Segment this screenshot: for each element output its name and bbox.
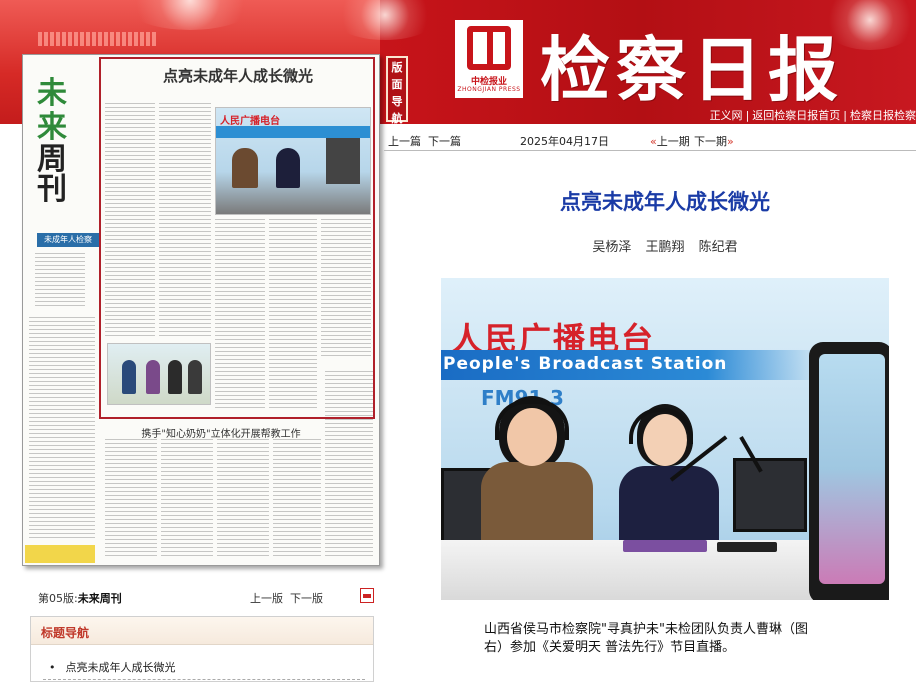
nav-tab-char: 版 (391, 61, 403, 74)
link-separator: | (843, 109, 847, 122)
paper-text-column (217, 439, 269, 559)
pdf-icon[interactable] (360, 588, 374, 603)
paper-big-char-weekly: 周 刊 (37, 142, 67, 207)
paper-text-column (273, 439, 321, 559)
paper-text-column (161, 439, 213, 559)
nav-tab-char: 航 (391, 112, 403, 125)
article-authors: 吴杨泽 王鹏翔 陈纪君 (592, 240, 738, 255)
photo-keyboard (717, 542, 777, 552)
photo-caption: 山西省侯马市检察院"寻真护未"未检团队负责人曹琳（图右）参加《关爱明天 普法先行… (484, 622, 808, 655)
next-issue-label: 下一期 (694, 135, 727, 148)
prev-page-link[interactable]: 上一版 (250, 590, 283, 606)
nav-tab-char: 导 (391, 95, 403, 108)
paper-section-label: 未成年人检察 (37, 233, 99, 247)
prev-article-link[interactable]: 上一篇 (388, 133, 421, 149)
right-arrow-icon: » (727, 135, 734, 148)
publication-masthead: 检察日报 (540, 28, 844, 111)
paper-article-title: 点亮未成年人成长微光 (162, 67, 313, 85)
press-logo[interactable]: 中检报业 ZHONGJIAN PRESS (455, 20, 523, 98)
page-label: 第05版:未来周刊 (38, 590, 122, 606)
issue-date: 2025年04月17日 (520, 135, 609, 148)
paper-footer-logo (25, 545, 95, 563)
next-issue-link[interactable]: 下一期» (694, 133, 734, 149)
layout-nav-tab[interactable]: 版 面 导 航 (386, 56, 408, 125)
link-back-home[interactable]: 返回检察日报首页 (752, 109, 840, 122)
paper-text-column (105, 439, 157, 559)
link-search[interactable]: 检察日报检察 (850, 109, 916, 122)
paper-section-head: 未 来 周 刊 (37, 77, 97, 227)
issue-navigation-bar: 上一篇 下一篇 2025年04月17日 «上一期 下一期» (384, 128, 916, 150)
prev-issue-link[interactable]: «上一期 (650, 133, 690, 149)
photo-book (623, 540, 707, 552)
title-nav-item[interactable]: 点亮未成年人成长微光 (49, 659, 176, 675)
next-page-link[interactable]: 下一版 (290, 590, 323, 606)
top-links: 正义网 | 返回检察日报首页 | 检察日报检察 (710, 107, 916, 123)
paper-secondary-photo (107, 343, 211, 405)
paper-secondary-title: 携手"知心奶奶"立体化开展帮教工作 (141, 429, 301, 440)
title-nav-heading: 标题导航 (41, 626, 90, 640)
page-number: 第05版: (38, 592, 78, 605)
divider (384, 150, 916, 151)
paper-photo-caption: 人民广播电台 (220, 116, 280, 127)
title-nav-header: 标题导航 (31, 617, 373, 645)
paper-big-char: 来 (37, 110, 67, 145)
next-article-link[interactable]: 下一篇 (428, 133, 461, 149)
link-zhengyi[interactable]: 正义网 (710, 109, 743, 122)
title-nav-panel: 标题导航 点亮未成年人成长微光 (30, 616, 374, 682)
prev-issue-label: 上一期 (656, 135, 690, 148)
article-photo: 人民广播电台 People's Broadcast Station FM91.3 (441, 278, 889, 600)
divider (43, 679, 365, 680)
nav-tab-char: 面 (391, 78, 403, 91)
left-arrow-icon: « (650, 135, 657, 148)
photo-monitor (733, 458, 807, 532)
header-decoration (38, 32, 156, 46)
article-title: 点亮未成年人成长微光 (560, 190, 770, 214)
headset-icon (495, 400, 569, 440)
paper-big-char: 未 (37, 76, 67, 111)
paper-text-column (29, 317, 95, 541)
paper-text-column (35, 253, 85, 309)
press-logo-icon (467, 26, 511, 70)
page-name: 未来周刊 (77, 592, 122, 605)
photo-phone (809, 342, 889, 600)
photo-station-english: People's Broadcast Station (443, 354, 728, 374)
paper-article-photo: 人民广播电台 (215, 107, 371, 215)
press-logo-subtitle: ZHONGJIAN PRESS (457, 86, 521, 93)
newspaper-page-image[interactable]: 未 来 周 刊 未成年人检察 点亮未成年人成长微光 人民广播电台 携手"知心奶奶… (22, 54, 380, 566)
link-separator: | (745, 109, 750, 122)
